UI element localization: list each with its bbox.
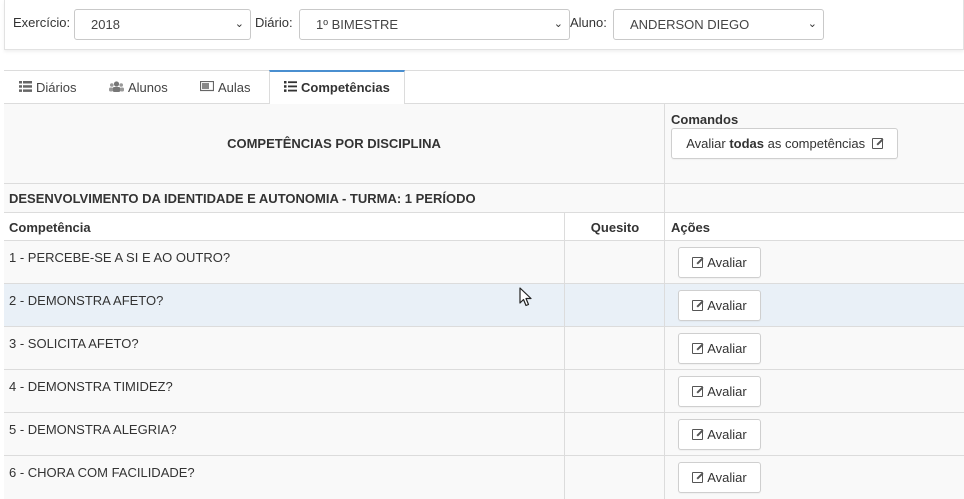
exercicio-label: Exercício: bbox=[13, 15, 71, 30]
competencia-text: 2 - DEMONSTRA AFETO? bbox=[9, 293, 164, 308]
avaliar-label: Avaliar bbox=[707, 384, 747, 399]
competencia-text: 3 - SOLICITA AFETO? bbox=[9, 336, 139, 351]
users-icon bbox=[109, 71, 124, 104]
diario-label: Diário: bbox=[255, 15, 293, 30]
col-acoes: Ações bbox=[671, 220, 711, 235]
mouse-cursor-icon bbox=[519, 287, 532, 307]
evaluate-all-suffix: as competências bbox=[764, 136, 866, 151]
avaliar-button[interactable]: Avaliar bbox=[678, 290, 761, 321]
evaluate-all-button[interactable]: Avaliar todas as competências bbox=[671, 128, 898, 159]
table-row: 2 - DEMONSTRA AFETO? Avaliar bbox=[4, 284, 964, 327]
table-row: 6 - CHORA COM FACILIDADE? Avaliar bbox=[4, 456, 964, 499]
col-quesito: Quesito bbox=[590, 220, 640, 235]
diario-value: 1º BIMESTRE bbox=[316, 17, 399, 32]
edit-icon bbox=[692, 429, 704, 440]
tab-competencias-label: Competências bbox=[301, 80, 390, 95]
tab-alunos[interactable]: Alunos bbox=[109, 71, 168, 104]
table-row: 1 - PERCEBE-SE A SI E AO OUTRO? Avaliar bbox=[4, 241, 964, 284]
tab-diarios-label: Diários bbox=[36, 80, 77, 95]
commands-label: Comandos bbox=[671, 112, 739, 127]
avaliar-label: Avaliar bbox=[707, 298, 747, 313]
group-title: DESENVOLVIMENTO DA IDENTIDADE E AUTONOMI… bbox=[9, 191, 476, 206]
avaliar-button[interactable]: Avaliar bbox=[678, 247, 761, 278]
exercicio-value: 2018 bbox=[91, 17, 120, 32]
competencia-text: 1 - PERCEBE-SE A SI E AO OUTRO? bbox=[9, 250, 231, 265]
avaliar-button[interactable]: Avaliar bbox=[678, 462, 761, 493]
avaliar-label: Avaliar bbox=[707, 255, 747, 270]
avaliar-label: Avaliar bbox=[707, 341, 747, 356]
competencia-text: 4 - DEMONSTRA TIMIDEZ? bbox=[9, 379, 173, 394]
edit-icon bbox=[692, 343, 704, 354]
tab-diarios[interactable]: Diários bbox=[19, 71, 76, 104]
edit-icon bbox=[692, 300, 704, 311]
exercicio-select[interactable]: 2018 ⌄ bbox=[74, 9, 251, 40]
chalkboard-icon bbox=[199, 71, 215, 104]
avaliar-label: Avaliar bbox=[707, 470, 747, 485]
table-row: 3 - SOLICITA AFETO? Avaliar bbox=[4, 327, 964, 370]
avaliar-button[interactable]: Avaliar bbox=[678, 419, 761, 450]
group-row: DESENVOLVIMENTO DA IDENTIDADE E AUTONOMI… bbox=[4, 184, 964, 213]
tab-alunos-label: Alunos bbox=[128, 80, 168, 95]
tab-aulas-label: Aulas bbox=[218, 80, 251, 95]
avaliar-label: Avaliar bbox=[707, 427, 747, 442]
evaluate-all-bold: todas bbox=[729, 136, 764, 151]
avaliar-button[interactable]: Avaliar bbox=[678, 376, 761, 407]
aluno-value: ANDERSON DIEGO bbox=[630, 17, 750, 32]
list-ul-icon bbox=[284, 72, 297, 103]
aluno-select[interactable]: ANDERSON DIEGO ⌄ bbox=[613, 9, 824, 40]
tab-competencias[interactable]: Competências bbox=[269, 70, 405, 105]
competencia-text: 6 - CHORA COM FACILIDADE? bbox=[9, 465, 195, 480]
list-icon bbox=[19, 71, 32, 104]
filter-bar: Exercício: 2018 ⌄ Diário: 1º BIMESTRE ⌄ … bbox=[4, 0, 964, 50]
table-title: COMPETÊNCIAS POR DISCIPLINA bbox=[227, 136, 441, 151]
chevron-down-icon: ⌄ bbox=[553, 18, 563, 30]
table-row: 5 - DEMONSTRA ALEGRIA? Avaliar bbox=[4, 413, 964, 456]
chevron-down-icon: ⌄ bbox=[234, 18, 244, 30]
diario-select[interactable]: 1º BIMESTRE ⌄ bbox=[299, 9, 570, 40]
evaluate-all-prefix: Avaliar bbox=[686, 136, 730, 151]
table-row: 4 - DEMONSTRA TIMIDEZ? Avaliar bbox=[4, 370, 964, 413]
tab-aulas[interactable]: Aulas bbox=[199, 71, 251, 104]
aluno-label: Aluno: bbox=[570, 15, 607, 30]
chevron-down-icon: ⌄ bbox=[807, 18, 817, 30]
tab-bar: Diários Alunos Aulas Competências bbox=[4, 70, 964, 105]
competencia-text: 5 - DEMONSTRA ALEGRIA? bbox=[9, 422, 177, 437]
column-header-row: Competência Quesito Ações bbox=[4, 213, 964, 241]
edit-icon bbox=[692, 472, 704, 483]
edit-icon bbox=[871, 138, 883, 149]
avaliar-button[interactable]: Avaliar bbox=[678, 333, 761, 364]
table-header-row: COMPETÊNCIAS POR DISCIPLINA Comandos Ava… bbox=[4, 104, 964, 184]
edit-icon bbox=[692, 386, 704, 397]
col-competencia: Competência bbox=[9, 220, 91, 235]
edit-icon bbox=[692, 257, 704, 268]
